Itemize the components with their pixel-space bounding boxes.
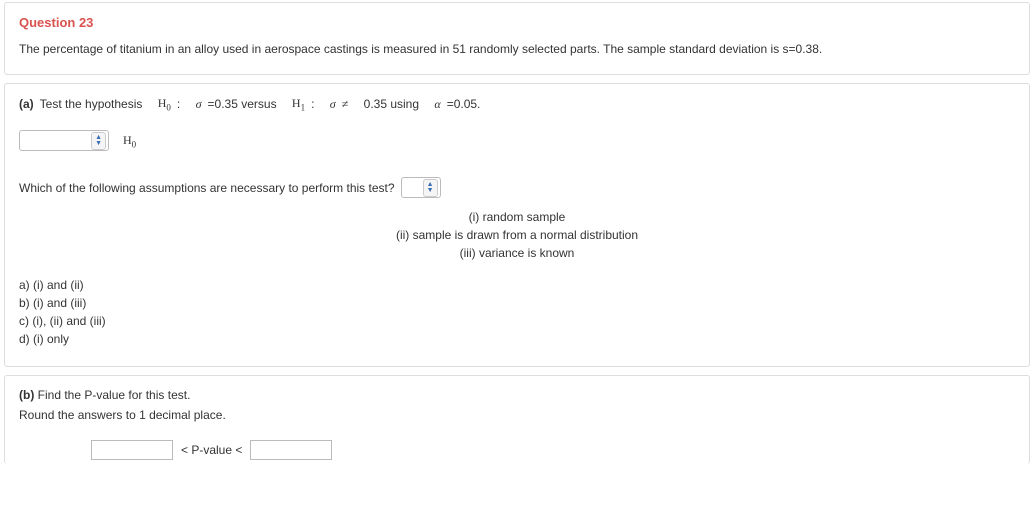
part-a-panel: (a) Test the hypothesis H0 : σ =0.35 ver…: [4, 83, 1030, 367]
part-b-label: (b): [19, 388, 34, 402]
sigma-symbol-2: σ: [330, 97, 336, 112]
assumption-list: (i) random sample (ii) sample is drawn f…: [19, 208, 1015, 262]
option-d: d) (i) only: [19, 330, 1015, 348]
assumption-i: (i) random sample: [19, 208, 1015, 226]
h0-label-after: H0: [123, 133, 136, 149]
pvalue-upper-input[interactable]: [250, 440, 332, 460]
assumption-ii: (ii) sample is drawn from a normal distr…: [19, 226, 1015, 244]
round-instruction: Round the answers to 1 decimal place.: [19, 408, 1015, 422]
alpha-symbol: α: [434, 97, 440, 112]
part-b-panel: (b) Find the P-value for this test. Roun…: [4, 375, 1030, 464]
part-a-label: (a): [19, 97, 34, 111]
question-header-panel: Question 23 The percentage of titanium i…: [4, 2, 1030, 75]
assumption-question: Which of the following assumptions are n…: [19, 181, 395, 195]
assumption-select[interactable]: ▲▼: [401, 177, 441, 198]
h1-symbol: H1: [292, 96, 305, 112]
option-b: b) (i) and (iii): [19, 294, 1015, 312]
question-prompt: The percentage of titanium in an alloy u…: [19, 42, 1015, 56]
part-b-line: (b) Find the P-value for this test.: [19, 388, 1015, 402]
stepper-icon: ▲▼: [423, 179, 438, 197]
option-a: a) (i) and (ii): [19, 276, 1015, 294]
pvalue-label: < P-value <: [181, 443, 242, 457]
pvalue-lower-input[interactable]: [91, 440, 173, 460]
option-c: c) (i), (ii) and (iii): [19, 312, 1015, 330]
hypothesis-line: (a) Test the hypothesis H0 : σ =0.35 ver…: [19, 96, 1015, 112]
part-b-text: Find the P-value for this test.: [38, 388, 191, 402]
assumption-iii: (iii) variance is known: [19, 244, 1015, 262]
not-equal-symbol: ≠: [342, 97, 349, 112]
stepper-icon: ▲▼: [91, 132, 106, 150]
part-a-prefix: Test the hypothesis: [40, 97, 143, 111]
pvalue-row: < P-value <: [19, 440, 1015, 460]
answer-options: a) (i) and (ii) b) (i) and (iii) c) (i),…: [19, 276, 1015, 348]
question-number: Question 23: [19, 15, 1015, 30]
decision-select[interactable]: ▲▼: [19, 130, 109, 151]
sigma-symbol-1: σ: [196, 97, 202, 112]
h0-symbol: H0: [158, 96, 171, 112]
assumption-question-row: Which of the following assumptions are n…: [19, 177, 1015, 198]
decision-select-row: ▲▼ H0: [19, 130, 1015, 151]
